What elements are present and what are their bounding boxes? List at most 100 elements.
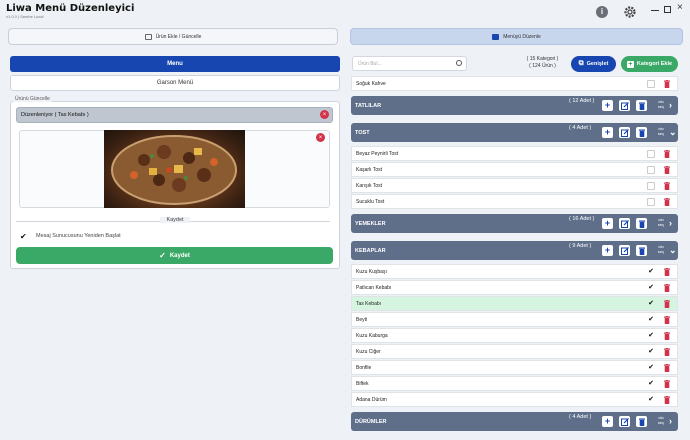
remove-image-icon[interactable]: ×: [316, 133, 325, 142]
trash-icon[interactable]: [664, 396, 670, 404]
delete-category-icon[interactable]: [636, 100, 647, 111]
add-product-icon[interactable]: +: [602, 245, 613, 256]
trash-icon[interactable]: [664, 198, 670, 206]
trash-icon[interactable]: [664, 300, 670, 308]
edit-category-icon[interactable]: [619, 416, 630, 427]
edit-category-icon[interactable]: [619, 218, 630, 229]
product-active-checkbox[interactable]: ✔: [647, 284, 655, 292]
product-row[interactable]: Patlıcan Kebabı ✔: [351, 280, 678, 295]
add-product-icon[interactable]: +: [602, 100, 613, 111]
product-row[interactable]: Bonfile ✔: [351, 360, 678, 375]
trash-icon[interactable]: [664, 284, 670, 292]
delete-category-icon[interactable]: [636, 245, 647, 256]
search-input[interactable]: Ürün Bul...: [352, 56, 467, 71]
product-active-checkbox[interactable]: [647, 182, 655, 190]
product-active-checkbox[interactable]: ✔: [647, 364, 655, 372]
restart-server-checkbox[interactable]: ✔: [20, 232, 29, 241]
delete-category-icon[interactable]: [636, 127, 647, 138]
trash-icon[interactable]: [664, 380, 670, 388]
close-icon[interactable]: ×: [677, 2, 683, 13]
category-header[interactable]: TOST ( 4 Adet ) + oto seç ⌄: [351, 123, 678, 142]
edit-category-icon[interactable]: [619, 127, 630, 138]
add-category-button[interactable]: + Kategori Ekle: [621, 56, 678, 72]
editing-product-field[interactable]: Düzenleniyor ( Tas Kebabı ): [16, 107, 333, 123]
product-row[interactable]: Karışık Tost: [351, 178, 678, 193]
auto-select-toggle[interactable]: oto seç: [656, 99, 666, 109]
trash-icon[interactable]: [664, 364, 670, 372]
product-row[interactable]: Kuzu Kuşbaşı ✔: [351, 264, 678, 279]
plus-icon: +: [626, 60, 634, 68]
clear-edit-icon[interactable]: ×: [320, 110, 329, 119]
edit-category-icon[interactable]: [619, 245, 630, 256]
chevron-right-icon[interactable]: ›: [669, 416, 672, 426]
category-header[interactable]: YEMEKLER ( 16 Adet ) + oto seç ›: [351, 214, 678, 233]
category-header[interactable]: TATLILAR ( 12 Adet ) + oto seç ›: [351, 96, 678, 115]
product-image: [104, 130, 245, 208]
add-product-icon[interactable]: +: [602, 127, 613, 138]
trash-icon[interactable]: [664, 182, 670, 190]
auto-select-toggle[interactable]: oto seç: [656, 217, 666, 227]
chevron-right-icon[interactable]: ›: [669, 100, 672, 110]
product-active-checkbox[interactable]: ✔: [647, 300, 655, 308]
product-active-checkbox[interactable]: [647, 150, 655, 158]
trash-icon[interactable]: [664, 150, 670, 158]
trash-icon[interactable]: [664, 332, 670, 340]
category-header[interactable]: KEBAPLAR ( 9 Adet ) + oto seç ⌄: [351, 241, 678, 260]
gear-icon[interactable]: [623, 5, 637, 19]
product-row[interactable]: Beyaz Peynirli Tost: [351, 146, 678, 161]
product-row[interactable]: Tas Kebabı ✔: [351, 296, 678, 311]
product-row[interactable]: Kaşarlı Tost: [351, 162, 678, 177]
auto-select-toggle[interactable]: oto seç: [656, 126, 666, 136]
expand-button[interactable]: ⧉ Genişlet: [571, 56, 616, 72]
category-name: TOST: [355, 129, 370, 136]
product-row[interactable]: Beyti ✔: [351, 312, 678, 327]
product-active-checkbox[interactable]: ✔: [647, 380, 655, 388]
tab-edit-menu[interactable]: Menüyü Düzenle: [350, 28, 683, 45]
auto-select-toggle[interactable]: oto seç: [656, 244, 666, 254]
product-active-checkbox[interactable]: [647, 198, 655, 206]
category-header[interactable]: DÜRÜMLER ( 4 Adet ) + oto seç ›: [351, 412, 678, 431]
menu-button[interactable]: Menu: [10, 56, 340, 72]
trash-icon[interactable]: [664, 166, 670, 174]
product-active-checkbox[interactable]: ✔: [647, 268, 655, 276]
edit-category-icon[interactable]: [619, 100, 630, 111]
delete-category-icon[interactable]: [636, 416, 647, 427]
product-row[interactable]: Adana Dürüm ✔: [351, 392, 678, 407]
product-name: Kuzu Kuşbaşı: [356, 268, 387, 275]
chevron-down-icon[interactable]: ⌄: [669, 127, 677, 137]
product-active-checkbox[interactable]: [647, 166, 655, 174]
delete-category-icon[interactable]: [636, 218, 647, 229]
minimize-icon[interactable]: [651, 10, 659, 11]
garson-menu-button[interactable]: Garson Menü: [10, 75, 340, 91]
info-icon[interactable]: i: [596, 6, 608, 18]
trash-icon[interactable]: [664, 80, 670, 88]
search-icon: [456, 60, 462, 66]
product-active-checkbox[interactable]: [647, 80, 655, 88]
product-name: Patlıcan Kebabı: [356, 284, 392, 291]
add-product-icon[interactable]: +: [602, 218, 613, 229]
trash-icon[interactable]: [664, 268, 670, 276]
product-name: Kuzu Ciğer: [356, 348, 381, 355]
save-button[interactable]: ✓ Kaydet: [16, 247, 333, 264]
product-active-checkbox[interactable]: ✔: [647, 316, 655, 324]
counts: ( 15 Kategori ) ( 124 Ürün ): [526, 56, 559, 69]
tab-add-update-product[interactable]: Ürün Ekle / Güncelle: [8, 28, 338, 45]
product-active-checkbox[interactable]: ✔: [647, 332, 655, 340]
auto-select-toggle[interactable]: oto seç: [656, 415, 666, 425]
trash-icon[interactable]: [664, 348, 670, 356]
trash-icon[interactable]: [664, 316, 670, 324]
chevron-right-icon[interactable]: ›: [669, 218, 672, 228]
product-row[interactable]: Kuzu Kaburga ✔: [351, 328, 678, 343]
product-row[interactable]: Kuzu Ciğer ✔: [351, 344, 678, 359]
menu-list: Soğuk Kahve TATLILAR( 12 Adet ) + oto seç › T…: [351, 76, 678, 440]
product-row[interactable]: Soğuk Kahve: [351, 76, 678, 91]
category-count: ( 4 Adet ): [569, 125, 592, 131]
maximize-icon[interactable]: [664, 6, 671, 13]
add-product-icon[interactable]: +: [602, 416, 613, 427]
chevron-down-icon[interactable]: ⌄: [669, 245, 677, 255]
product-icon: [144, 33, 152, 40]
product-active-checkbox[interactable]: ✔: [647, 348, 655, 356]
product-row[interactable]: Biftek ✔: [351, 376, 678, 391]
product-active-checkbox[interactable]: ✔: [647, 396, 655, 404]
product-row[interactable]: Sucuklu Tost: [351, 194, 678, 209]
